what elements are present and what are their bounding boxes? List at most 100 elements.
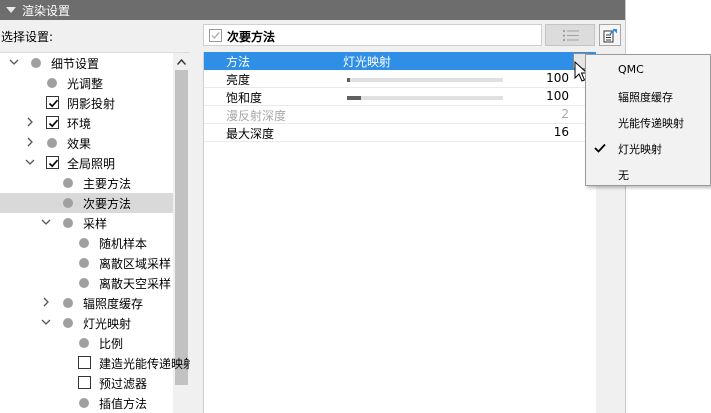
setting-dot-icon	[63, 318, 73, 328]
tree-item-label: 环境	[67, 117, 92, 131]
tree-item-label: 次要方法	[83, 197, 132, 211]
slider-fill	[347, 78, 351, 82]
setting-dot-icon	[47, 78, 57, 88]
setting-dot-icon	[31, 58, 41, 68]
brightness-slider[interactable]	[347, 78, 503, 82]
setting-dot-icon	[47, 138, 57, 148]
tree-item-label: 建造光能传递映射	[99, 357, 190, 371]
chevron-right-icon[interactable]	[25, 117, 35, 127]
setting-dot-icon	[79, 258, 89, 268]
tree-item[interactable]: 随机样本	[0, 233, 173, 253]
panel-title: 渲染设置	[22, 4, 71, 18]
chevron-right-icon[interactable]	[25, 137, 35, 147]
tree-item[interactable]: 主要方法	[0, 173, 173, 193]
tree-item-label: 插值方法	[99, 397, 148, 411]
dropdown-option[interactable]: 灯光映射	[586, 135, 710, 161]
tree-item[interactable]: 预过滤器	[0, 373, 173, 393]
tree-item-label: 辐照度缓存	[83, 297, 144, 311]
tree-item-label: 采样	[83, 217, 108, 231]
chevron-down-icon[interactable]	[25, 157, 35, 167]
tree-item-checkbox[interactable]	[78, 376, 91, 389]
tree-item[interactable]: 比例	[0, 333, 173, 353]
tree-item[interactable]: 离散区域采样	[0, 253, 173, 273]
property-name: 最大深度	[226, 127, 275, 141]
tree-item-label: 全局照明	[67, 157, 116, 171]
method-dropdown-menu: QMC 辐照度缓存光能传递映射灯光映射无	[585, 54, 711, 186]
property-row-max-depth[interactable]: 最大深度 16	[204, 124, 597, 142]
list-view-button[interactable]	[545, 24, 595, 46]
export-settings-button[interactable]	[599, 24, 621, 46]
setting-dot-icon	[63, 198, 73, 208]
setting-dot-icon	[79, 278, 89, 288]
dropdown-option[interactable]: 光能传递映射	[586, 109, 710, 135]
tree-item[interactable]: 光调整	[0, 73, 173, 93]
tree-item-label: 离散天空采样	[99, 277, 172, 291]
tree-item[interactable]: 建造光能传递映射	[0, 353, 190, 373]
dropdown-option[interactable]: QMC	[586, 57, 710, 83]
section-enable-checkbox[interactable]	[209, 29, 222, 42]
tree-item[interactable]: 阴影投射	[0, 93, 173, 113]
tree-item-checkbox[interactable]	[46, 96, 59, 109]
tree-item[interactable]: 次要方法	[0, 193, 173, 213]
dropdown-option[interactable]: 辐照度缓存	[586, 83, 710, 109]
setting-dot-icon	[79, 398, 89, 408]
tree-item-label: 灯光映射	[83, 317, 132, 331]
setting-dot-icon	[63, 218, 73, 228]
property-name: 饱和度	[226, 91, 263, 105]
panel-titlebar[interactable]: 渲染设置	[0, 0, 626, 20]
chevron-down-icon[interactable]	[41, 317, 51, 327]
property-value[interactable]: 16	[554, 125, 569, 139]
chevron-down-icon[interactable]	[41, 217, 51, 227]
tree-item[interactable]: 灯光映射	[0, 313, 173, 333]
property-row-brightness[interactable]: 亮度 100	[204, 70, 597, 88]
tree-item-checkbox[interactable]	[46, 156, 59, 169]
property-value: 2	[561, 107, 569, 121]
properties-table: 方法 灯光映射 亮度 100 饱和度 100 漫反射深度 2 最大深度 16	[203, 52, 597, 413]
scroll-up-arrow-icon[interactable]	[177, 59, 186, 65]
tree-item-label: 离散区域采样	[99, 257, 172, 271]
list-icon	[563, 30, 579, 41]
chevron-right-icon[interactable]	[41, 297, 51, 307]
section-title: 次要方法	[227, 30, 276, 44]
setting-dot-icon	[63, 298, 73, 308]
tree-item-label: 主要方法	[83, 177, 132, 191]
tree-item-label: 预过滤器	[99, 377, 148, 391]
dropdown-option-label: 光能传递映射	[618, 117, 684, 130]
collapse-triangle-icon[interactable]	[6, 7, 16, 13]
tree-scroll-thumb[interactable]	[175, 70, 188, 385]
select-settings-label: 选择设置:	[1, 30, 54, 44]
tree-item[interactable]: 细节设置	[0, 53, 173, 73]
tree-item-checkbox[interactable]	[78, 356, 91, 369]
tree-item-label: 阴影投射	[67, 97, 116, 111]
property-value[interactable]: 100	[546, 89, 569, 103]
property-row-saturation[interactable]: 饱和度 100	[204, 88, 597, 106]
tree-item[interactable]: 插值方法	[0, 393, 173, 413]
setting-dot-icon	[63, 178, 73, 188]
tree-item-checkbox[interactable]	[46, 116, 59, 129]
checkmark-icon	[594, 142, 606, 156]
tree-item-label: 比例	[99, 337, 124, 351]
tree-item-label: 光调整	[67, 77, 104, 91]
tree-item[interactable]: 辐照度缓存	[0, 293, 173, 313]
tree-item[interactable]: 全局照明	[0, 153, 173, 173]
tree-item-label: 效果	[67, 137, 92, 151]
tree-item[interactable]: 采样	[0, 213, 173, 233]
dropdown-option-label: 辐照度缓存	[618, 91, 673, 104]
settings-tree: 细节设置光调整阴影投射环境效果全局照明主要方法次要方法采样随机样本离散区域采样离…	[0, 52, 190, 413]
property-value: 灯光映射	[343, 55, 392, 69]
export-icon	[603, 28, 617, 43]
tree-item[interactable]: 环境	[0, 113, 173, 133]
tree-item-label: 细节设置	[51, 57, 100, 71]
chevron-down-icon[interactable]	[9, 57, 19, 67]
saturation-slider[interactable]	[347, 96, 503, 100]
tree-item[interactable]: 效果	[0, 133, 173, 153]
dropdown-option[interactable]: 无	[586, 161, 710, 187]
property-row-method[interactable]: 方法 灯光映射	[204, 52, 597, 70]
slider-fill	[347, 96, 362, 100]
property-row-reflection-depth: 漫反射深度 2	[204, 106, 597, 124]
property-name: 亮度	[226, 73, 251, 87]
tree-item[interactable]: 离散天空采样	[0, 273, 173, 293]
property-value[interactable]: 100	[546, 71, 569, 85]
render-settings-panel: 渲染设置 选择设置: 细节设置 光调整 阴影投射 环境 效果 全局照明 主要方法 次要方法 采样…	[0, 0, 626, 413]
property-name: 漫反射深度	[226, 109, 287, 123]
